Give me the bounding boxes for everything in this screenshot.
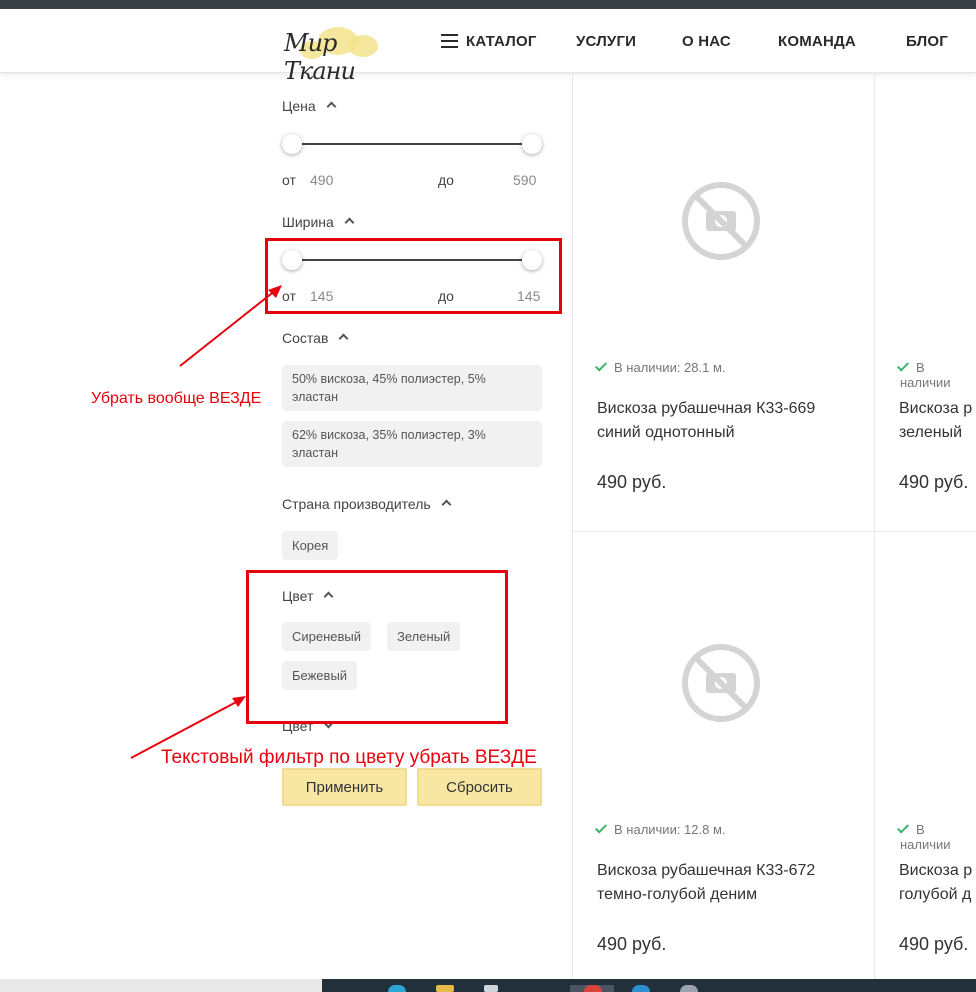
taskbar-app-icon[interactable]	[632, 985, 650, 992]
taskbar-left-area	[0, 979, 322, 992]
annotation-note-remove-color-text: Текстовый фильтр по цвету убрать ВЕЗДЕ	[161, 747, 537, 768]
annotation-note-remove-width: Убрать вообще ВЕЗДЕ	[91, 390, 262, 407]
taskbar-app-icon[interactable]	[680, 985, 698, 992]
taskbar-app-icon[interactable]	[388, 985, 406, 992]
annotation-arrows	[130, 285, 282, 759]
taskbar-browser-icon[interactable]	[584, 985, 602, 992]
taskbar-app-icon[interactable]	[484, 985, 498, 992]
taskbar-folder-icon[interactable]	[436, 985, 454, 992]
